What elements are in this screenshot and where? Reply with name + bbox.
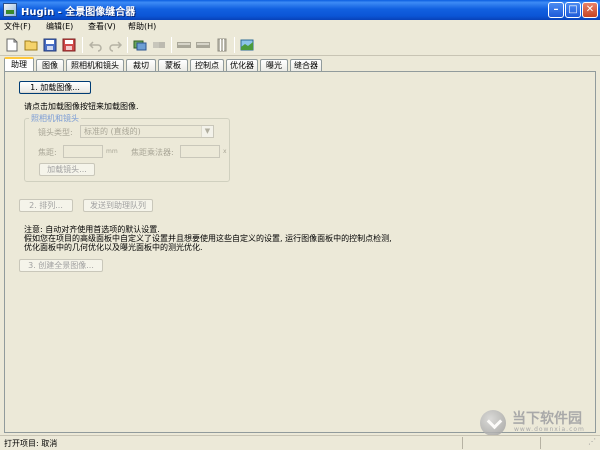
new-icon[interactable]	[3, 36, 21, 54]
tab-images[interactable]: 图像	[36, 59, 64, 71]
undo-icon[interactable]	[87, 36, 105, 54]
assistant-hint: 请点击加载图像按钮来加载图像.	[24, 102, 139, 111]
toolbar-separator	[82, 37, 83, 53]
stitch-icon[interactable]	[194, 36, 212, 54]
lens-type-select[interactable]: 标准的 (直线的) ▼	[80, 125, 214, 138]
toolbar	[0, 34, 600, 56]
menu-view[interactable]: 查看(V)	[88, 21, 116, 32]
load-images-button[interactable]: 1. 加载图像...	[19, 81, 91, 94]
fast-preview-icon[interactable]	[238, 36, 256, 54]
camera-lens-group: 照相机和镜头 镜头类型: 标准的 (直线的) ▼ 焦距: mm 焦距乘法器: x…	[24, 113, 230, 182]
send-to-queue-button[interactable]: 发送到助理队列	[83, 199, 153, 212]
status-bar: 打开项目: 取消 ⋰	[0, 435, 600, 450]
optimize-icon[interactable]	[150, 36, 168, 54]
menu-file[interactable]: 文件(F)	[4, 21, 31, 32]
toolbar-separator	[127, 37, 128, 53]
window-title: Hugin - 全景图像缝合器	[21, 7, 136, 18]
save-as-icon[interactable]	[60, 36, 78, 54]
open-icon[interactable]	[22, 36, 40, 54]
toolbar-separator	[171, 37, 172, 53]
focal-length-field[interactable]	[63, 145, 103, 158]
create-panorama-button[interactable]: 3. 创建全景图像...	[19, 259, 103, 272]
close-button[interactable]: ✕	[582, 2, 598, 18]
save-icon[interactable]	[41, 36, 59, 54]
focal-length-label: 焦距:	[38, 148, 57, 157]
minimize-button[interactable]: –	[548, 2, 564, 18]
tab-exposure[interactable]: 曝光	[260, 59, 288, 71]
maximize-button[interactable]: □	[565, 2, 581, 18]
tab-control-points[interactable]: 控制点	[190, 59, 224, 71]
preview-icon[interactable]	[175, 36, 193, 54]
tab-stitcher[interactable]: 缝合器	[290, 59, 322, 71]
load-lens-button[interactable]: 加载镜头...	[39, 163, 95, 176]
menu-help[interactable]: 帮助(H)	[128, 21, 156, 32]
tab-mask[interactable]: 蒙板	[158, 59, 188, 71]
watermark-sub: www.downxia.com	[514, 426, 585, 433]
tab-assistant[interactable]: 助理	[4, 57, 34, 71]
tab-crop[interactable]: 裁切	[126, 59, 156, 71]
status-text: 打开项目: 取消	[4, 439, 58, 448]
hugin-app-icon	[3, 3, 17, 17]
downxia-logo-icon	[480, 410, 506, 436]
crop-factor-unit: x	[223, 148, 227, 155]
align-button[interactable]: 2. 排列...	[19, 199, 73, 212]
lens-type-label: 镜头类型:	[38, 128, 73, 137]
assistant-panel: 1. 加载图像... 请点击加载图像按钮来加载图像. 照相机和镜头 镜头类型: …	[4, 71, 596, 433]
status-separator	[462, 437, 463, 449]
focal-length-unit: mm	[106, 148, 118, 155]
tab-camera-lens[interactable]: 照相机和镜头	[66, 59, 124, 71]
crop-factor-label: 焦距乘法器:	[131, 148, 174, 157]
resize-grip-icon[interactable]: ⋰	[588, 437, 596, 446]
menu-edit[interactable]: 编辑(E)	[46, 21, 73, 32]
crop-factor-field[interactable]	[180, 145, 220, 158]
watermark-text: 当下软件园	[512, 411, 582, 427]
note-line-3: 优化面板中的几何优化以及曝光面板中的测光优化.	[24, 243, 203, 252]
status-separator	[540, 437, 541, 449]
chevron-down-icon: ▼	[201, 126, 213, 137]
tab-optimizer[interactable]: 优化器	[226, 59, 258, 71]
camera-lens-group-legend: 照相机和镜头	[29, 113, 81, 124]
toolbar-separator	[234, 37, 235, 53]
menu-bar: 文件(F) 编辑(E) 查看(V) 帮助(H)	[0, 20, 600, 34]
add-images-icon[interactable]	[131, 36, 149, 54]
layout-icon[interactable]	[213, 36, 231, 54]
redo-icon[interactable]	[106, 36, 124, 54]
title-bar[interactable]: Hugin - 全景图像缝合器 – □ ✕	[0, 0, 600, 20]
